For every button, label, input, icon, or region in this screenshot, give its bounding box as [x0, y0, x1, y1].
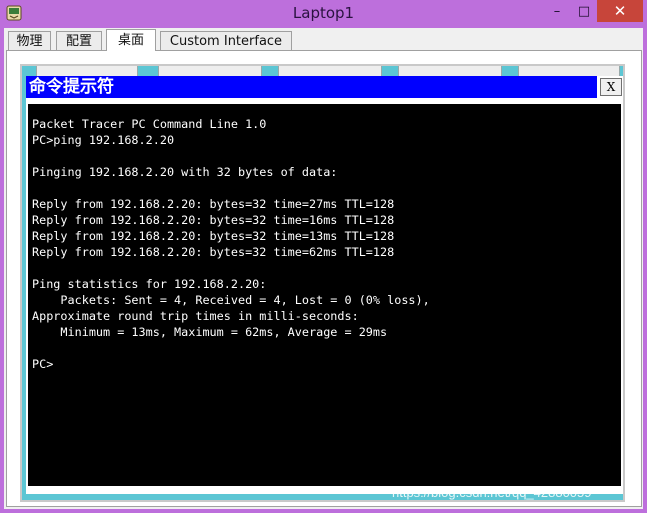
maximize-button[interactable]: □	[571, 0, 597, 22]
terminal-line: Reply from 192.168.2.20: bytes=32 time=1…	[32, 213, 395, 227]
tab-custom-interface[interactable]: Custom Interface	[160, 31, 292, 50]
command-prompt-window: 命令提示符 X Packet Tracer PC Command Line 1.…	[26, 76, 623, 494]
window-client-area: 物理 配置 桌面 Custom Interface 命令提示符 X Packet…	[4, 28, 643, 509]
command-prompt-title: 命令提示符	[29, 77, 114, 97]
tab-physical[interactable]: 物理	[8, 31, 51, 50]
terminal-line: Approximate round trip times in milli-se…	[32, 309, 359, 323]
minimize-button[interactable]: –	[543, 0, 571, 22]
command-prompt-close-button[interactable]: X	[600, 78, 622, 96]
terminal-line: Packet Tracer PC Command Line 1.0	[32, 117, 267, 131]
command-prompt-titlebar[interactable]: 命令提示符	[26, 76, 597, 98]
watermark-text: https://blog.csdn.net/qq_42880059	[392, 485, 592, 500]
close-button[interactable]: ✕	[597, 0, 643, 22]
desktop-tab-panel: 命令提示符 X Packet Tracer PC Command Line 1.…	[6, 50, 642, 507]
terminal-line: Minimum = 13ms, Maximum = 62ms, Average …	[32, 325, 388, 339]
terminal-line: Ping statistics for 192.168.2.20:	[32, 277, 267, 291]
window-titlebar[interactable]: Laptop1 – □ ✕	[0, 0, 647, 28]
terminal-line: PC>ping 192.168.2.20	[32, 133, 175, 147]
terminal-line: Reply from 192.168.2.20: bytes=32 time=2…	[32, 197, 395, 211]
terminal-line: Pinging 192.168.2.20 with 32 bytes of da…	[32, 165, 338, 179]
terminal-line: Packets: Sent = 4, Received = 4, Lost = …	[32, 293, 430, 307]
tab-config[interactable]: 配置	[56, 31, 102, 50]
tab-desktop[interactable]: 桌面	[106, 29, 156, 51]
laptop-window: Laptop1 – □ ✕ 物理 配置 桌面 Custom Interface …	[0, 0, 647, 513]
terminal-line: Reply from 192.168.2.20: bytes=32 time=1…	[32, 229, 395, 243]
terminal-line: Reply from 192.168.2.20: bytes=32 time=6…	[32, 245, 395, 259]
terminal-output[interactable]: Packet Tracer PC Command Line 1.0 PC>ping…	[28, 104, 621, 486]
terminal-line: PC>	[32, 357, 54, 371]
desktop-area: 命令提示符 X Packet Tracer PC Command Line 1.…	[20, 64, 625, 502]
